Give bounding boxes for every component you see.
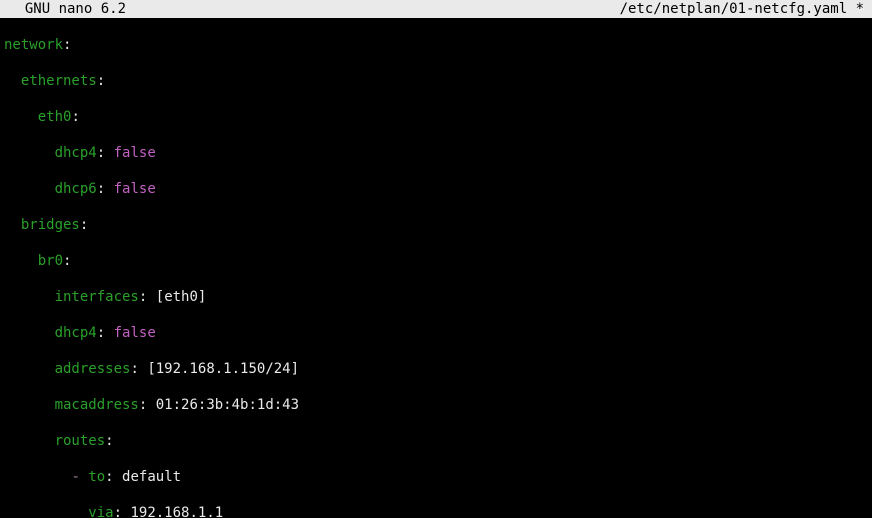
file-name: /etc/netplan/01-netcfg.yaml *	[620, 0, 864, 18]
colon: :	[97, 145, 105, 161]
key-dhcp6: dhcp6	[55, 181, 97, 197]
key-network: network	[4, 37, 63, 53]
val-addresses: 192.168.1.150/24	[156, 361, 291, 377]
yaml-line: bridges:	[4, 216, 868, 234]
colon: :	[139, 397, 147, 413]
yaml-line: ethernets:	[4, 72, 868, 90]
val-false: false	[114, 325, 156, 341]
colon: :	[105, 469, 113, 485]
key-to: to	[88, 469, 105, 485]
punct-rbracket: ]	[198, 289, 206, 305]
key-dhcp4: dhcp4	[55, 325, 97, 341]
val-via: 192.168.1.1	[130, 505, 223, 518]
colon: :	[71, 109, 79, 125]
punct-lbracket: [	[156, 289, 164, 305]
colon: :	[97, 325, 105, 341]
key-ethernets: ethernets	[21, 73, 97, 89]
colon: :	[139, 289, 147, 305]
colon: :	[97, 73, 105, 89]
colon: :	[97, 181, 105, 197]
yaml-line: eth0:	[4, 108, 868, 126]
val-macaddress: 01:26:3b:4b:1d:43	[156, 397, 299, 413]
key-eth0: eth0	[38, 109, 72, 125]
key-dhcp4: dhcp4	[55, 145, 97, 161]
yaml-line: dhcp6: false	[4, 180, 868, 198]
val-false: false	[114, 181, 156, 197]
yaml-line: dhcp4: false	[4, 144, 868, 162]
colon: :	[130, 361, 138, 377]
colon: :	[63, 37, 71, 53]
yaml-line: via: 192.168.1.1	[4, 504, 868, 518]
yaml-line: addresses: [192.168.1.150/24]	[4, 360, 868, 378]
nano-titlebar: GNU nano 6.2 /etc/netplan/01-netcfg.yaml…	[0, 0, 872, 18]
key-interfaces: interfaces	[55, 289, 139, 305]
yaml-line: network:	[4, 36, 868, 54]
punct-dash: -	[71, 469, 79, 485]
yaml-line: - to: default	[4, 468, 868, 486]
key-addresses: addresses	[55, 361, 131, 377]
val-false: false	[114, 145, 156, 161]
punct-rbracket: ]	[291, 361, 299, 377]
val-interfaces: eth0	[164, 289, 198, 305]
yaml-line: br0:	[4, 252, 868, 270]
colon: :	[105, 433, 113, 449]
editor-area[interactable]: network: ethernets: eth0: dhcp4: false d…	[0, 18, 872, 518]
val-to: default	[122, 469, 181, 485]
colon: :	[114, 505, 122, 518]
key-bridges: bridges	[21, 217, 80, 233]
yaml-line: macaddress: 01:26:3b:4b:1d:43	[4, 396, 868, 414]
yaml-line: routes:	[4, 432, 868, 450]
app-name: GNU nano 6.2	[8, 0, 126, 18]
punct-lbracket: [	[147, 361, 155, 377]
key-macaddress: macaddress	[55, 397, 139, 413]
colon: :	[63, 253, 71, 269]
key-routes: routes	[55, 433, 106, 449]
yaml-line: interfaces: [eth0]	[4, 288, 868, 306]
yaml-line: dhcp4: false	[4, 324, 868, 342]
colon: :	[80, 217, 88, 233]
key-via: via	[88, 505, 113, 518]
key-br0: br0	[38, 253, 63, 269]
